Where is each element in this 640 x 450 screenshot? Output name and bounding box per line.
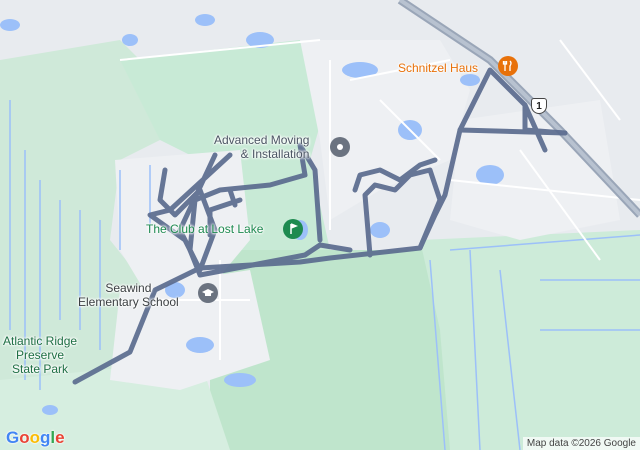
lake-10: [370, 222, 390, 238]
school-icon[interactable]: [198, 283, 218, 303]
map-canvas[interactable]: Advanced Moving & Installation The Club …: [0, 0, 640, 450]
pin-glyph: [337, 144, 343, 150]
schnitzel-haus-label[interactable]: Schnitzel Haus: [398, 61, 478, 75]
lake-7: [186, 337, 214, 353]
club-lost-lake-label[interactable]: The Club at Lost Lake: [146, 222, 263, 236]
google-logo[interactable]: Google: [6, 428, 65, 448]
pin-icon[interactable]: [330, 137, 350, 157]
lake-5: [476, 165, 504, 185]
map-base-layer: [0, 0, 640, 450]
advanced-moving-text: Advanced Moving & Installation: [214, 133, 310, 161]
advanced-moving-label[interactable]: Advanced Moving & Installation: [214, 133, 309, 161]
lake-14: [0, 19, 20, 31]
lake-8: [224, 373, 256, 387]
park-area-east: [420, 230, 640, 450]
atlantic-ridge-label[interactable]: Atlantic Ridge Preserve State Park: [3, 334, 77, 376]
restaurant-icon[interactable]: [498, 56, 518, 76]
atlantic-ridge-text: Atlantic Ridge Preserve State Park: [3, 334, 78, 376]
fork-knife-glyph: [502, 60, 512, 71]
schnitzel-haus-text: Schnitzel Haus: [398, 61, 479, 75]
lake-13: [42, 405, 58, 415]
school-cap-glyph: [202, 289, 214, 296]
golf-icon[interactable]: [283, 219, 303, 239]
club-lost-lake-text: The Club at Lost Lake: [146, 222, 264, 236]
lake-12: [122, 34, 138, 46]
seawind-school-text: Seawind Elementary School: [78, 281, 179, 309]
map-attribution[interactable]: Map data ©2026 Google: [522, 437, 640, 450]
lake-6: [460, 74, 480, 86]
lake-2: [195, 14, 215, 26]
seawind-school-label[interactable]: Seawind Elementary School: [78, 281, 179, 309]
golf-flag-glyph: [290, 223, 299, 234]
us-route-number: 1: [536, 100, 542, 112]
us-route-shield: 1: [531, 98, 547, 114]
route-line-branch-2: [457, 127, 568, 136]
